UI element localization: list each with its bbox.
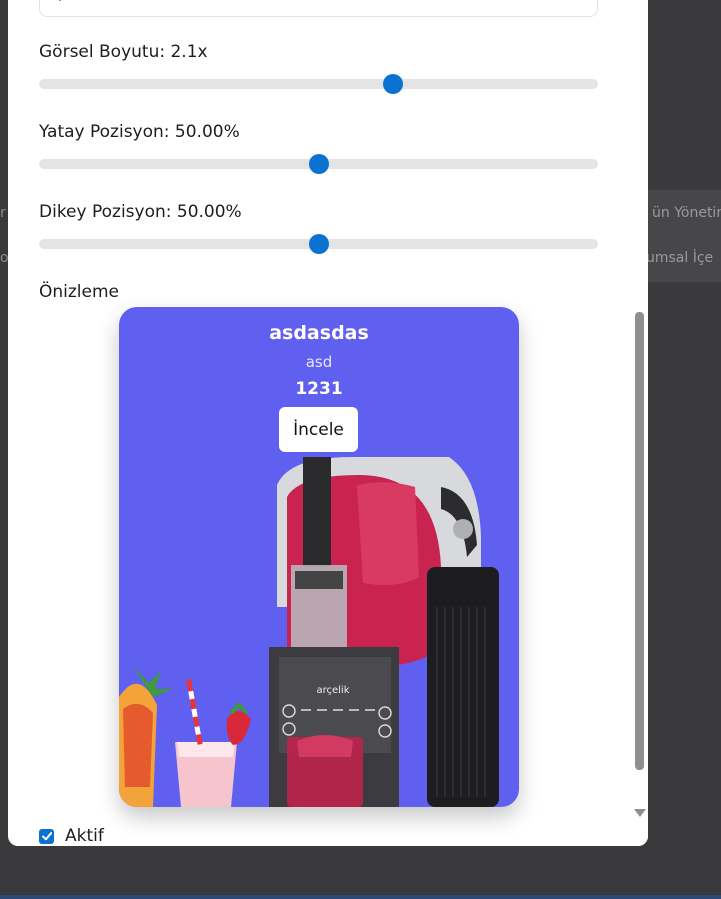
scroll-down-arrow-icon[interactable] — [632, 806, 648, 820]
edit-modal: p Görsel Boyutu: 2.1x Yatay Pozisyon: 50… — [8, 0, 648, 846]
active-checkbox-row[interactable]: Aktif — [39, 825, 104, 846]
checkmark-icon — [41, 832, 52, 841]
background-menu-text-2: umsal İçe — [646, 250, 714, 266]
horizontal-position-label: Yatay Pozisyon: 50.00% — [39, 122, 240, 142]
brand-logo-text: arçelik — [316, 685, 349, 696]
image-size-slider-thumb[interactable] — [383, 74, 404, 94]
background-taskbar-edge — [0, 895, 721, 899]
active-label: Aktif — [65, 826, 104, 846]
scrollbar-thumb[interactable] — [635, 312, 644, 770]
background-menu-text-1: ün Yönetin — [652, 205, 721, 221]
card-title: asdasdas — [269, 322, 369, 344]
vertical-position-label: Dikey Pozisyon: 50.00% — [39, 202, 242, 222]
card-price: 1231 — [295, 379, 343, 399]
vertical-position-slider-thumb[interactable] — [308, 234, 329, 254]
background-panel — [648, 190, 721, 282]
text-input-field[interactable]: p — [39, 0, 598, 17]
input-value: p — [58, 0, 67, 2]
preview-card: asdasdas asd 1231 İncele arçelik — [119, 307, 519, 807]
preview-label: Önizleme — [39, 282, 120, 302]
horizontal-position-slider-thumb[interactable] — [308, 154, 329, 174]
card-subtitle: asd — [305, 353, 333, 371]
active-checkbox[interactable] — [39, 828, 54, 844]
vertical-position-slider[interactable] — [39, 234, 598, 254]
inspect-button[interactable]: İncele — [279, 407, 358, 452]
image-size-label: Görsel Boyutu: 2.1x — [39, 42, 208, 62]
smoothie-glasses-image — [119, 667, 251, 807]
slush-machine-image: arçelik — [269, 457, 501, 807]
background-left-glyph-1: r — [0, 205, 6, 221]
horizontal-position-slider[interactable] — [39, 154, 598, 174]
image-size-slider[interactable] — [39, 74, 598, 94]
product-image: arçelik — [119, 457, 501, 807]
